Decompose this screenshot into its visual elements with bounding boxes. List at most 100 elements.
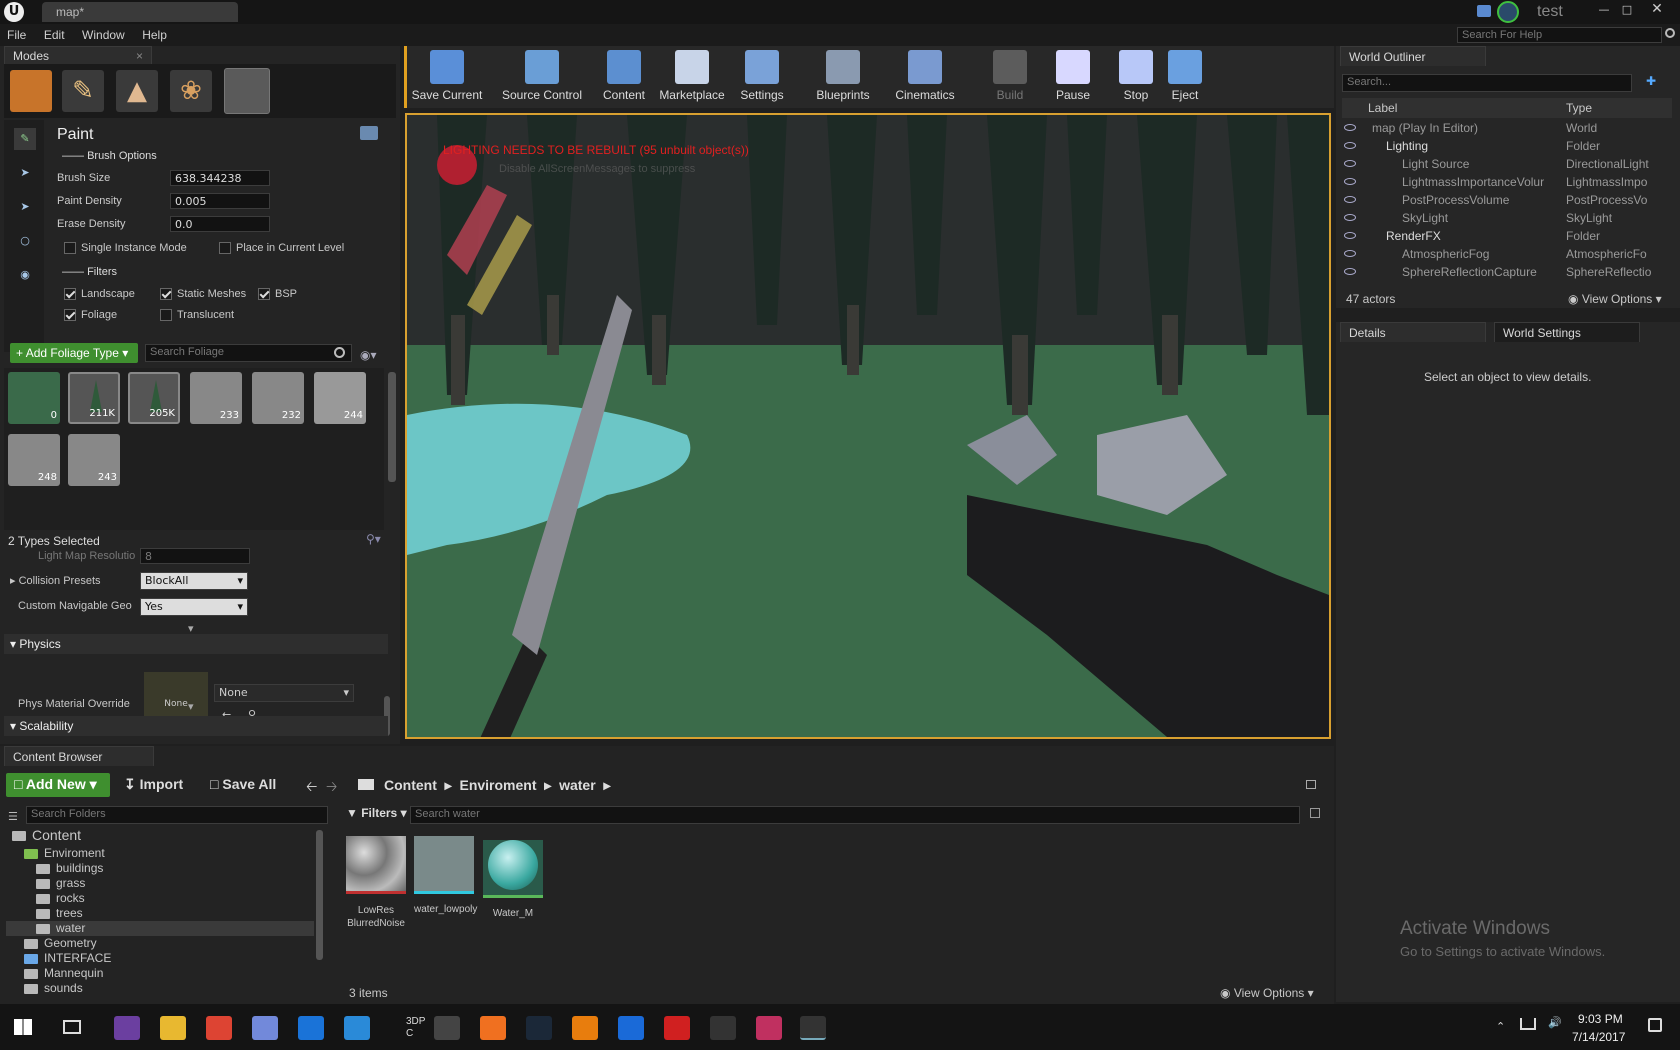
- breadcrumb-enviroment[interactable]: Enviroment: [459, 777, 536, 793]
- uplay-icon[interactable]: [618, 1016, 644, 1040]
- foliage-search-icon[interactable]: [334, 347, 345, 358]
- outliner-row[interactable]: map (Play In Editor) World: [1342, 120, 1662, 138]
- unreal-taskbar-icon[interactable]: [800, 1016, 826, 1040]
- paint-brush-icon[interactable]: ✎: [14, 128, 36, 150]
- forward-arrow-icon[interactable]: 🡢: [326, 776, 337, 800]
- stop-button[interactable]: Stop: [1115, 44, 1157, 108]
- translucent-checkbox[interactable]: [160, 309, 172, 322]
- sources-toggle-icon[interactable]: ☰: [8, 810, 18, 823]
- asset-search-input[interactable]: Search water: [410, 806, 1300, 824]
- foliage-mode-icon[interactable]: ❀: [170, 70, 212, 112]
- lock-icon[interactable]: [1306, 780, 1316, 789]
- place-current-checkbox[interactable]: [219, 242, 231, 255]
- help-search-icon[interactable]: [1665, 28, 1675, 38]
- bsp-filter[interactable]: BSP: [258, 288, 297, 301]
- world-settings-tab[interactable]: World Settings: [1494, 322, 1640, 342]
- steam-icon[interactable]: [526, 1016, 552, 1040]
- minimize-button[interactable]: —: [1594, 3, 1614, 17]
- visibility-eye-icon[interactable]: [1344, 250, 1356, 257]
- visibility-eye-icon[interactable]: [1344, 160, 1356, 167]
- import-button[interactable]: ↧ Import: [124, 776, 183, 793]
- physics-section-header[interactable]: ▾ Physics: [4, 634, 388, 654]
- visibility-eye-icon[interactable]: [1344, 124, 1356, 131]
- pause-button[interactable]: Pause: [1050, 44, 1096, 108]
- save-search-icon[interactable]: [1310, 808, 1320, 818]
- source-control-button[interactable]: Source Control: [492, 44, 592, 108]
- folder-search-input[interactable]: Search Folders: [26, 806, 328, 824]
- outliner-row[interactable]: AtmosphericFog AtmosphericFo: [1342, 246, 1662, 264]
- phys-material-dropdown[interactable]: None ▾: [214, 684, 354, 702]
- outliner-row[interactable]: RenderFX Folder: [1342, 228, 1662, 246]
- blueprints-button[interactable]: Blueprints: [805, 44, 881, 108]
- lasso-icon[interactable]: ○: [14, 230, 36, 252]
- blender-icon[interactable]: [572, 1016, 598, 1040]
- network-app-icon[interactable]: [344, 1016, 370, 1040]
- lightmap-field[interactable]: 8: [140, 548, 250, 564]
- game-viewport[interactable]: LIGHTING NEEDS TO BE REBUILT (95 unbuilt…: [405, 113, 1331, 739]
- breadcrumb-content[interactable]: Content: [384, 777, 437, 793]
- outliner-add-icon[interactable]: ✚: [1646, 74, 1662, 90]
- paint-density-field[interactable]: 0.005: [170, 193, 270, 209]
- select-icon[interactable]: ➤: [14, 196, 36, 218]
- world-outliner-tab[interactable]: World Outliner: [1340, 46, 1486, 66]
- menu-file[interactable]: File: [0, 24, 33, 42]
- paint-mode-icon[interactable]: ✎: [62, 70, 104, 112]
- foliage-view-icon[interactable]: ◉▾: [360, 348, 377, 362]
- place-mode-icon[interactable]: [10, 70, 52, 112]
- details-filter-icon[interactable]: ⚲▾: [366, 532, 381, 546]
- epic-games-icon[interactable]: [710, 1016, 736, 1040]
- visibility-eye-icon[interactable]: [1344, 232, 1356, 239]
- folder-item[interactable]: Geometry: [6, 936, 314, 951]
- brush-size-field[interactable]: 638.344238: [170, 170, 270, 186]
- details-tab[interactable]: Details: [1340, 322, 1486, 342]
- add-new-button[interactable]: □ Add New ▾: [6, 773, 110, 797]
- menu-edit[interactable]: Edit: [37, 24, 72, 42]
- label-column-header[interactable]: Label: [1368, 101, 1397, 115]
- visibility-eye-icon[interactable]: [1344, 196, 1356, 203]
- foliage-checkbox[interactable]: [64, 309, 76, 322]
- cinematics-button[interactable]: Cinematics: [889, 44, 961, 108]
- modes-tab[interactable]: Modes ×: [4, 46, 152, 64]
- folder-item[interactable]: grass: [6, 876, 314, 891]
- content-view-options[interactable]: ◉ View Options ▾: [1220, 986, 1314, 1000]
- outliner-row[interactable]: SkyLight SkyLight: [1342, 210, 1662, 228]
- bandicam-icon[interactable]: [664, 1016, 690, 1040]
- notification-icon[interactable]: [1648, 1018, 1662, 1032]
- foliage-filter[interactable]: Foliage: [64, 309, 117, 322]
- folder-item[interactable]: Enviroment: [6, 846, 314, 861]
- origin-icon[interactable]: [480, 1016, 506, 1040]
- settings-button[interactable]: Settings: [734, 44, 790, 108]
- folder-item[interactable]: INTERFACE: [6, 951, 314, 966]
- file-explorer-icon[interactable]: [160, 1016, 186, 1040]
- add-foliage-type-button[interactable]: + Add Foliage Type ▾: [10, 343, 138, 363]
- collision-presets-dropdown[interactable]: BlockAll ▾: [140, 572, 248, 590]
- static-meshes-checkbox[interactable]: [160, 288, 172, 301]
- discord-icon[interactable]: [252, 1016, 278, 1040]
- menu-window[interactable]: Window: [75, 24, 132, 42]
- outliner-view-options[interactable]: ◉ View Options ▾: [1568, 292, 1662, 306]
- level-tab[interactable]: map*: [42, 2, 238, 22]
- volume-icon[interactable]: 🔊: [1548, 1016, 1562, 1029]
- obs-icon[interactable]: [434, 1016, 460, 1040]
- close-button[interactable]: ✕: [1640, 1, 1674, 19]
- asset-tile[interactable]: LowRes BlurredNoise: [346, 836, 406, 932]
- landscape-filter[interactable]: Landscape: [64, 288, 135, 301]
- landscape-checkbox[interactable]: [64, 288, 76, 301]
- eject-button[interactable]: Eject: [1163, 44, 1207, 108]
- foliage-type-item[interactable]: 0: [8, 372, 60, 424]
- visibility-eye-icon[interactable]: [1344, 142, 1356, 149]
- folder-item[interactable]: Mannequin: [6, 966, 314, 981]
- folder-item[interactable]: water: [6, 921, 314, 936]
- content-browser-tab[interactable]: Content Browser: [4, 746, 154, 766]
- foliage-type-item[interactable]: 211K: [68, 372, 120, 424]
- foliage-type-item[interactable]: 248: [8, 434, 60, 486]
- foliage-type-item[interactable]: 232: [252, 372, 304, 424]
- windows-start-icon[interactable]: [14, 1019, 32, 1035]
- back-arrow-icon[interactable]: 🡠: [306, 776, 317, 800]
- bsp-checkbox[interactable]: [258, 288, 270, 301]
- teamviewer-icon[interactable]: [298, 1016, 324, 1040]
- save-current-button[interactable]: Save Current: [410, 44, 484, 108]
- help-search-input[interactable]: Search For Help: [1457, 27, 1662, 43]
- network-icon[interactable]: [1520, 1018, 1536, 1030]
- content-button[interactable]: Content: [596, 44, 652, 108]
